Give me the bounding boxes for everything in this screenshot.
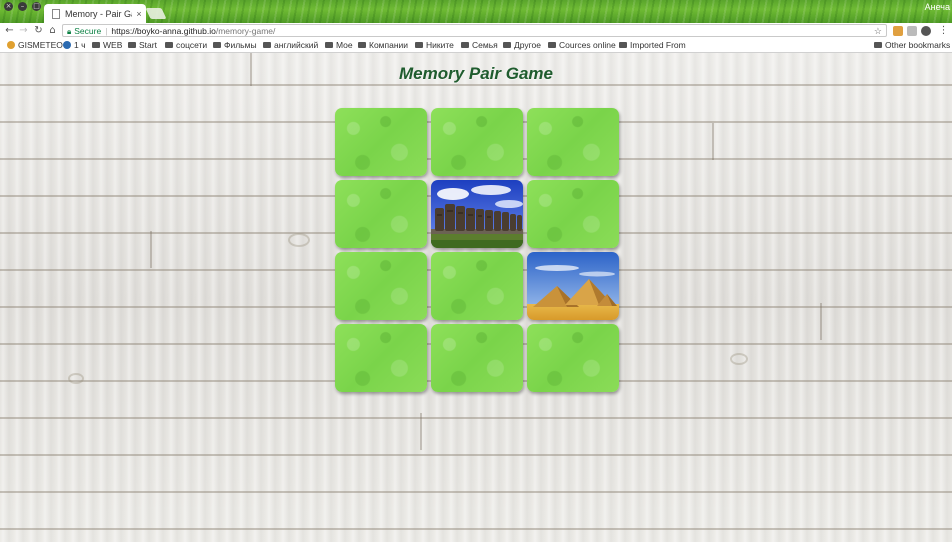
news-icon — [63, 41, 71, 49]
profile-name[interactable]: Анеча — [925, 2, 950, 12]
bookmark-item[interactable]: Start — [128, 39, 157, 51]
bookmark-item[interactable]: 1 ч — [63, 39, 86, 51]
bookmark-item[interactable]: Никите — [415, 39, 454, 51]
bookmark-item[interactable]: WEB — [92, 39, 122, 51]
other-bookmarks[interactable]: Other bookmarks — [874, 39, 950, 51]
close-window-icon[interactable]: × — [4, 2, 13, 11]
bookmark-item[interactable]: GISMETEO — [7, 39, 63, 51]
forward-arrow-icon[interactable]: → — [17, 23, 30, 38]
address-bar[interactable]: 🔒︎ Secure | https://boyko-anna.github.io/me… — [62, 24, 887, 37]
bookmark-label: английский — [274, 40, 319, 50]
wood-seam — [420, 413, 422, 450]
page-icon — [52, 8, 60, 19]
memory-card[interactable] — [431, 108, 523, 176]
bookmark-item[interactable]: Фильмы — [213, 39, 257, 51]
memory-card[interactable] — [431, 324, 523, 392]
memory-card[interactable] — [335, 108, 427, 176]
window-controls: × – □ — [4, 2, 41, 11]
memory-card[interactable] — [527, 324, 619, 392]
folder-icon — [619, 42, 627, 48]
gismeteo-icon — [7, 41, 15, 49]
folder-icon — [548, 42, 556, 48]
url-host: https://boyko-anna.github.io — [111, 26, 216, 36]
bookmark-label: Другое — [514, 40, 542, 50]
browser-tab[interactable]: Memory - Pair Gam × — [44, 4, 146, 23]
bookmarks-bar: GISMETEO 1 ч WEB Start соцсети Фильмы ан… — [0, 38, 952, 53]
extension-icon[interactable] — [907, 26, 917, 36]
bookmark-item[interactable]: английский — [263, 39, 318, 51]
memory-card-moai[interactable] — [431, 180, 523, 248]
bookmark-item[interactable]: Другое — [503, 39, 541, 51]
memory-card[interactable] — [527, 108, 619, 176]
address-separator: | — [105, 26, 108, 36]
bookmark-label: Other bookmarks — [885, 40, 951, 50]
game-title: Memory Pair Game — [398, 64, 553, 83]
bookmark-item[interactable]: соцсети — [165, 39, 207, 51]
reload-icon[interactable]: ↻ — [32, 23, 45, 38]
folder-icon — [358, 42, 366, 48]
memory-card[interactable] — [527, 180, 619, 248]
folder-icon — [461, 42, 469, 48]
bookmark-label: Фильмы — [224, 40, 257, 50]
bookmark-item[interactable]: Компании — [358, 39, 408, 51]
wood-seam — [150, 231, 152, 268]
folder-icon — [213, 42, 221, 48]
window-title-bar: × – □ Memory - Pair Gam × Анеча — [0, 0, 952, 23]
bookmark-label: Никите — [426, 40, 454, 50]
memory-card[interactable] — [335, 180, 427, 248]
memory-card[interactable] — [335, 252, 427, 320]
wood-knot — [730, 353, 748, 365]
back-arrow-icon[interactable]: ← — [3, 23, 16, 38]
bookmark-label: GISMETEO — [18, 40, 63, 50]
extension-icon[interactable] — [893, 26, 903, 36]
bookmark-label: Imported From — [630, 40, 686, 50]
folder-icon — [128, 42, 136, 48]
bookmark-label: WEB — [103, 40, 123, 50]
lock-icon: 🔒︎ — [67, 27, 72, 36]
bookmark-star-icon[interactable]: ☆ — [874, 25, 882, 38]
folder-icon — [415, 42, 423, 48]
home-icon[interactable]: ⌂ — [46, 23, 59, 38]
menu-icon[interactable]: ⋮ — [937, 23, 950, 38]
bookmark-label: Cources online — [559, 40, 616, 50]
folder-icon — [92, 42, 100, 48]
bookmark-item[interactable]: Семья — [461, 39, 498, 51]
tab-close-icon[interactable]: × — [132, 9, 146, 19]
bookmark-item[interactable]: Imported From — [619, 39, 688, 51]
secure-label: Secure — [74, 26, 102, 36]
wood-seam — [712, 123, 714, 160]
memory-card-pyramids[interactable] — [527, 252, 619, 320]
folder-icon — [263, 42, 271, 48]
memory-card[interactable] — [431, 252, 523, 320]
card-grid — [335, 108, 622, 392]
browser-toolbar: ← → ↻ ⌂ 🔒︎ Secure | https://boyko-anna.gith… — [0, 23, 952, 38]
wood-knot — [68, 373, 84, 384]
wood-knot — [288, 233, 310, 247]
bookmark-label: Мое — [336, 40, 353, 50]
folder-icon — [503, 42, 511, 48]
bookmark-item[interactable]: Мое — [325, 39, 353, 51]
memory-card[interactable] — [335, 324, 427, 392]
folder-icon — [874, 42, 882, 48]
tab-title: Memory - Pair Gam — [65, 8, 132, 19]
wood-seam — [820, 303, 822, 340]
bookmark-label: 1 ч — [74, 40, 86, 50]
folder-icon — [325, 42, 333, 48]
maximize-window-icon[interactable]: □ — [32, 2, 41, 11]
folder-icon — [165, 42, 173, 48]
bookmark-label: Компании — [369, 40, 409, 50]
bookmark-label: Start — [139, 40, 157, 50]
bookmark-label: Семья — [472, 40, 498, 50]
bookmark-label: соцсети — [176, 40, 208, 50]
url-path: /memory-game/ — [215, 26, 276, 36]
egypt-pyramids-image — [527, 252, 619, 320]
page-viewport: Memory Pair Game — [0, 53, 952, 542]
minimize-window-icon[interactable]: – — [18, 2, 27, 11]
easter-island-moai-image — [431, 180, 523, 248]
extension-icon[interactable] — [921, 26, 931, 36]
bookmark-item[interactable]: Cources online — [548, 39, 616, 51]
